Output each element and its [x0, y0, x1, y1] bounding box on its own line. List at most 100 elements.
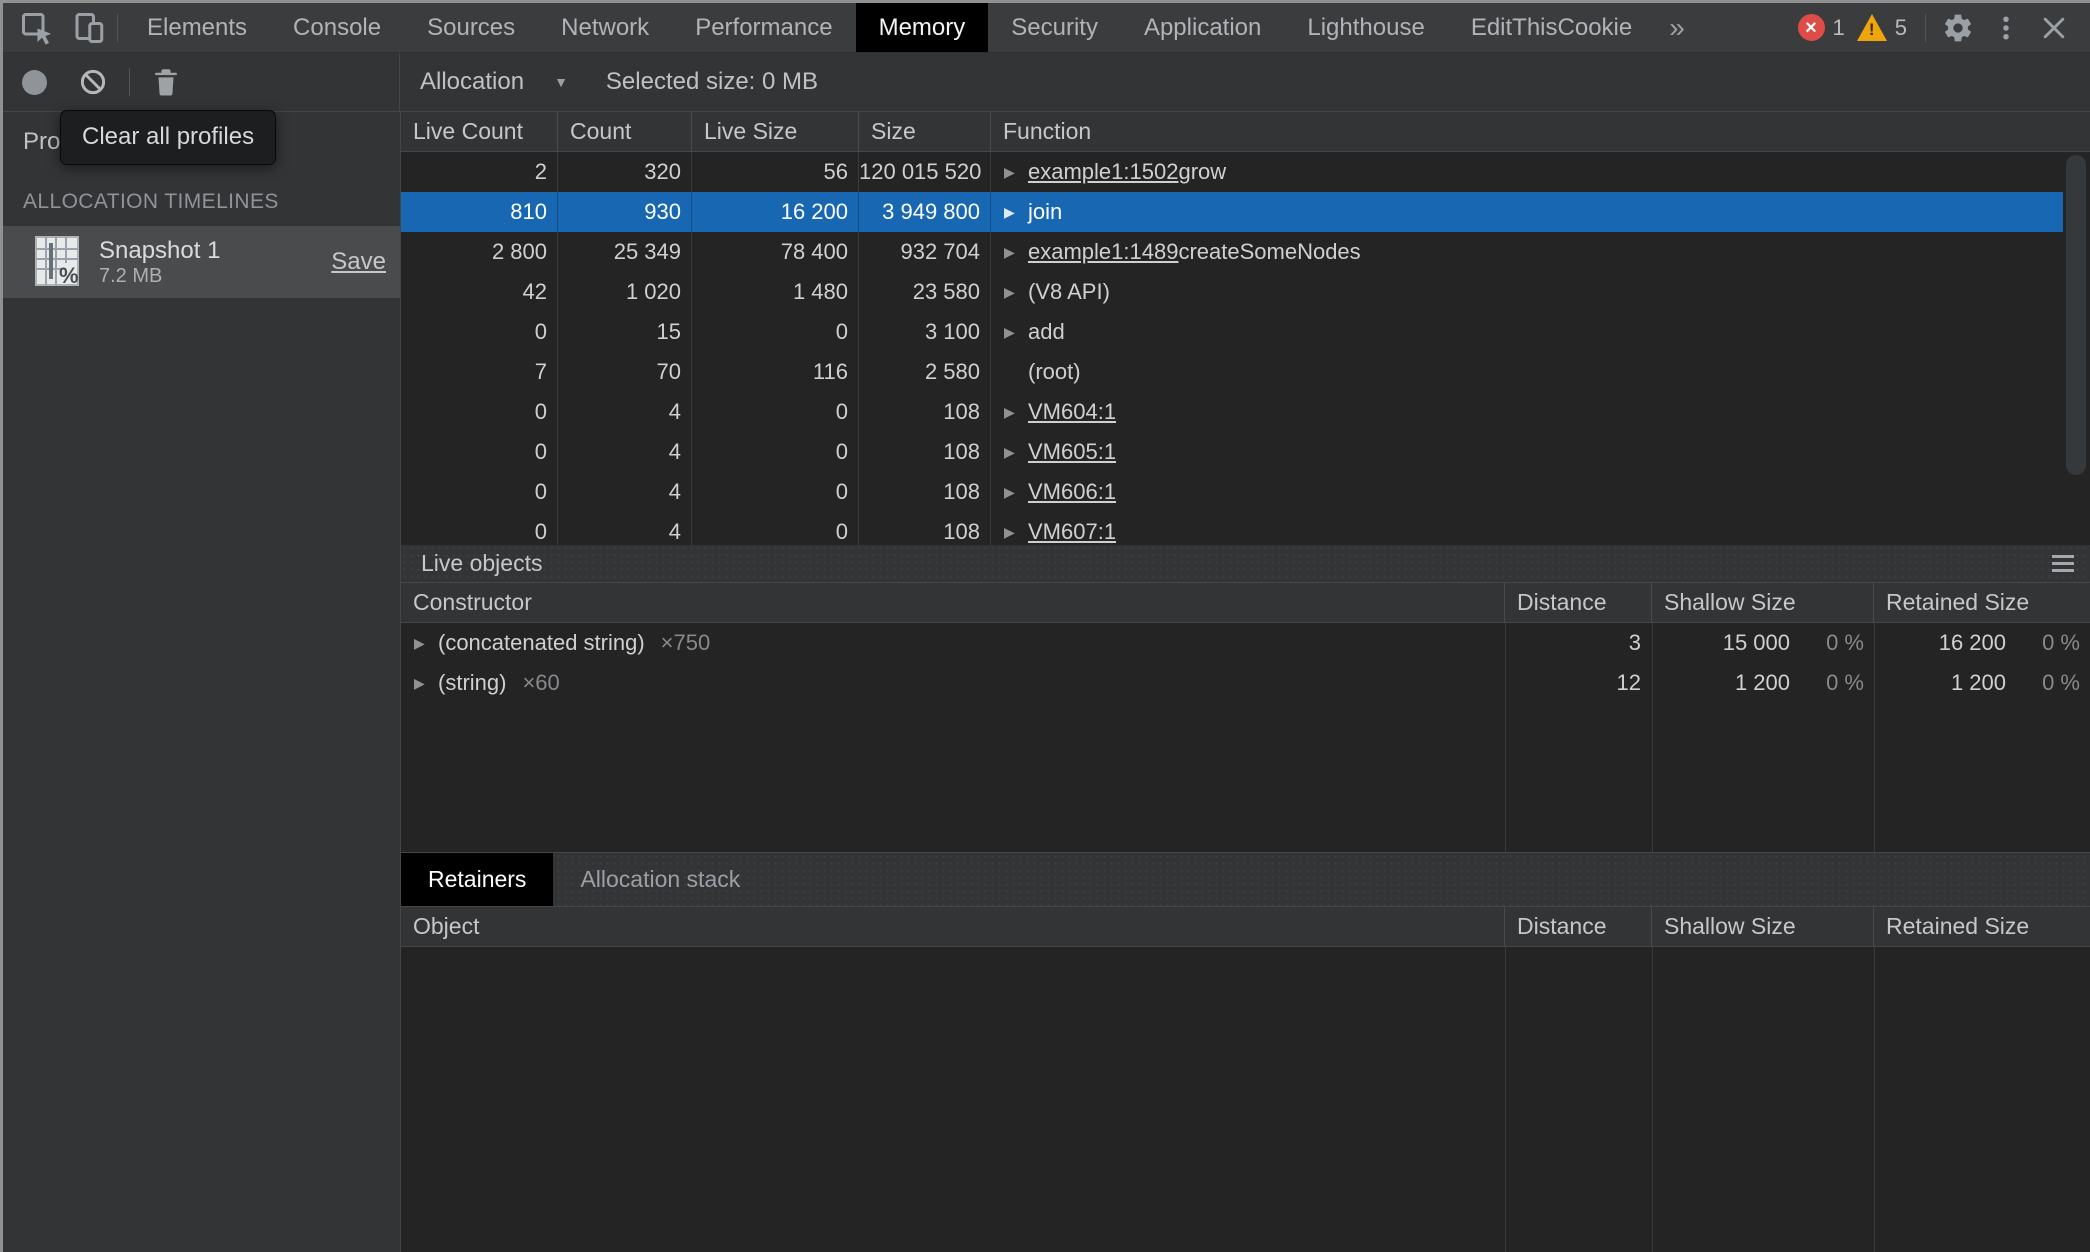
- column-divider: [1652, 947, 1653, 1252]
- disclosure-triangle-icon[interactable]: ▶: [1004, 512, 1028, 545]
- column-header-count[interactable]: Count: [558, 112, 692, 151]
- function-cell: ▶example1:1502grow: [991, 152, 2063, 192]
- more-tabs-button[interactable]: »: [1669, 12, 1685, 44]
- function-name: createSomeNodes: [1178, 232, 1360, 272]
- warning-badge[interactable]: ! 5: [1857, 14, 1907, 41]
- device-toolbar-icon[interactable]: [67, 6, 111, 50]
- disclosure-triangle-icon[interactable]: ▶: [1004, 472, 1028, 512]
- column-header-live-count[interactable]: Live Count: [401, 112, 558, 151]
- source-link[interactable]: example1:1502: [1028, 152, 1178, 192]
- tab-memory[interactable]: Memory: [856, 3, 989, 52]
- tab-retainers[interactable]: Retainers: [401, 853, 553, 906]
- disclosure-triangle-icon[interactable]: ▶: [1004, 272, 1028, 312]
- perspective-select[interactable]: Allocation: [420, 68, 524, 96]
- disclosure-triangle-icon[interactable]: ▶: [1004, 392, 1028, 432]
- grid-cell-live-count: 2 800: [401, 232, 558, 272]
- grid-cell-live-count: 2: [401, 152, 558, 192]
- allocation-row[interactable]: 232056120 015 520▶example1:1502grow: [401, 152, 2063, 192]
- tab-sources[interactable]: Sources: [404, 3, 538, 52]
- disclosure-triangle-icon[interactable]: ▶: [1004, 192, 1028, 232]
- tab-console[interactable]: Console: [270, 3, 404, 52]
- tab-lighthouse[interactable]: Lighthouse: [1284, 3, 1447, 52]
- grid-cell-count: 70: [558, 352, 692, 392]
- disclosure-triangle-icon[interactable]: ▶: [414, 623, 438, 663]
- grid-cell-live-size: 116: [692, 352, 859, 392]
- grid-cell-live-size: 1 480: [692, 272, 859, 312]
- column-header-shallow-size[interactable]: Shallow Size: [1652, 583, 1874, 622]
- column-header-retained-size[interactable]: Retained Size: [1874, 907, 2090, 946]
- allocation-timelines-header: ALLOCATION TIMELINES: [23, 190, 279, 214]
- allocation-row[interactable]: 2 80025 34978 400932 704▶example1:1489cr…: [401, 232, 2063, 272]
- save-snapshot-link[interactable]: Save: [331, 248, 386, 276]
- chevron-down-icon: ▼: [554, 74, 568, 90]
- source-link[interactable]: VM605:1: [1028, 432, 1116, 472]
- grid-cell-size: 108: [859, 472, 991, 512]
- constructor-row[interactable]: ▶(concatenated string)×750315 0000 %16 2…: [401, 623, 2090, 663]
- grid-cell-size: 2 580: [859, 352, 991, 392]
- source-link[interactable]: VM606:1: [1028, 472, 1116, 512]
- allocation-row[interactable]: 040108▶VM604:1: [401, 392, 2063, 432]
- kebab-menu-icon[interactable]: [1984, 6, 2028, 50]
- grid-cell-live-count: 0: [401, 312, 558, 352]
- column-header-distance[interactable]: Distance: [1505, 583, 1652, 622]
- column-header-size[interactable]: Size: [859, 112, 991, 151]
- close-devtools-icon[interactable]: [2032, 6, 2076, 50]
- function-cell: ▶join: [991, 192, 2063, 232]
- function-name: join: [1028, 192, 1062, 232]
- column-divider: [1505, 947, 1506, 1252]
- tab-editthiscookie[interactable]: EditThisCookie: [1448, 3, 1655, 52]
- grid-cell-size: 120 015 520: [859, 152, 991, 192]
- column-header-function[interactable]: Function: [991, 112, 2090, 151]
- grid-cell-live-count: 42: [401, 272, 558, 312]
- allocation-row[interactable]: 040108▶VM606:1: [401, 472, 2063, 512]
- tab-elements[interactable]: Elements: [124, 3, 270, 52]
- constructor-row[interactable]: ▶(string)×60121 2000 %1 2000 %: [401, 663, 2090, 703]
- column-divider: [1874, 623, 1875, 852]
- source-link[interactable]: example1:1489: [1028, 232, 1178, 272]
- allocation-row[interactable]: 421 0201 48023 580▶(V8 API): [401, 272, 2063, 312]
- column-header-object[interactable]: Object: [401, 907, 1505, 946]
- tab-application[interactable]: Application: [1121, 3, 1284, 52]
- clear-profiles-icon[interactable]: [71, 60, 115, 104]
- source-link[interactable]: VM604:1: [1028, 392, 1116, 432]
- warning-icon: !: [1857, 14, 1887, 41]
- vertical-scrollbar[interactable]: [2063, 152, 2090, 545]
- function-cell: ▶VM607:1: [991, 512, 2063, 545]
- function-cell: ▶(V8 API): [991, 272, 2063, 312]
- menu-icon[interactable]: [2052, 555, 2074, 572]
- allocation-row[interactable]: 040108▶VM605:1: [401, 432, 2063, 472]
- tab-allocation-stack[interactable]: Allocation stack: [553, 853, 767, 906]
- disclosure-triangle-icon[interactable]: ▶: [1004, 152, 1028, 192]
- disclosure-triangle-icon[interactable]: ▶: [1004, 312, 1028, 352]
- source-link[interactable]: VM607:1: [1028, 512, 1116, 545]
- tab-network[interactable]: Network: [538, 3, 672, 52]
- grid-cell-live-size: 56: [692, 152, 859, 192]
- tab-performance[interactable]: Performance: [672, 3, 855, 52]
- inspect-element-icon[interactable]: [15, 6, 59, 50]
- retainers-body: [401, 947, 2090, 1252]
- column-header-distance[interactable]: Distance: [1505, 907, 1652, 946]
- allocation-row[interactable]: 81093016 2003 949 800▶join: [401, 192, 2063, 232]
- tab-security[interactable]: Security: [988, 3, 1121, 52]
- delete-profile-icon[interactable]: [144, 60, 188, 104]
- allocation-row[interactable]: 7701162 580▶(root): [401, 352, 2063, 392]
- grid-cell-live-size: 0: [692, 512, 859, 545]
- constructor-cell: ▶(string)×60: [401, 663, 1505, 703]
- grid-cell-shallow-size: 1 2000 %: [1652, 663, 1874, 703]
- column-header-live-size[interactable]: Live Size: [692, 112, 859, 151]
- disclosure-triangle-icon[interactable]: ▶: [1004, 432, 1028, 472]
- column-header-shallow-size[interactable]: Shallow Size: [1652, 907, 1874, 946]
- column-header-retained-size[interactable]: Retained Size: [1874, 583, 2090, 622]
- settings-gear-icon[interactable]: [1936, 6, 1980, 50]
- disclosure-triangle-icon[interactable]: ▶: [1004, 232, 1028, 272]
- record-heap-button[interactable]: [22, 70, 47, 95]
- scrollbar-thumb[interactable]: [2066, 155, 2086, 475]
- devtools-tabbar: ElementsConsoleSourcesNetworkPerformance…: [3, 3, 2090, 53]
- disclosure-triangle-icon[interactable]: ▶: [414, 663, 438, 703]
- grid-cell-size: 932 704: [859, 232, 991, 272]
- snapshot-list-item[interactable]: % Snapshot 1 7.2 MB Save: [3, 226, 400, 298]
- column-header-constructor[interactable]: Constructor: [401, 583, 1505, 622]
- error-badge[interactable]: × 1: [1798, 14, 1845, 41]
- allocation-row[interactable]: 040108▶VM607:1: [401, 512, 2063, 545]
- allocation-row[interactable]: 01503 100▶add: [401, 312, 2063, 352]
